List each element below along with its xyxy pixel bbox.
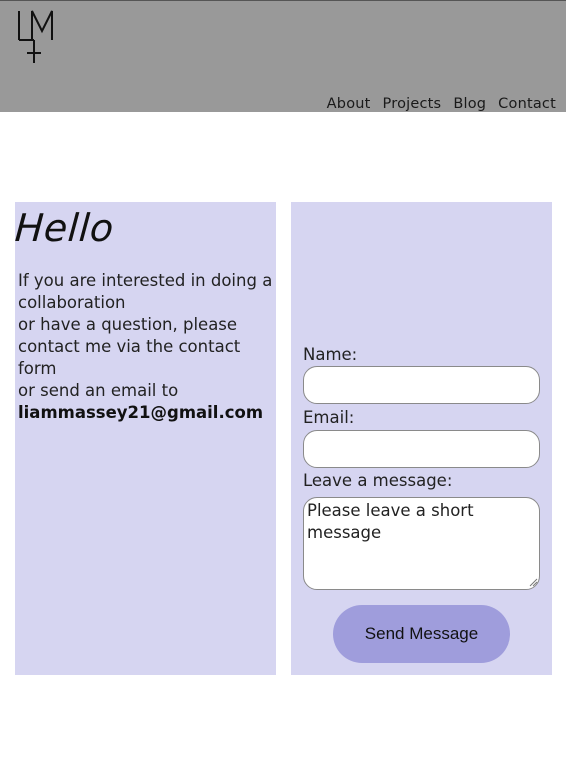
email-label: Email: <box>303 408 355 427</box>
name-label: Name: <box>303 345 358 364</box>
contact-email: liammassey21@gmail.com <box>18 403 264 422</box>
nav-link-contact[interactable]: Contact <box>498 96 556 112</box>
message-label: Leave a message: <box>303 471 453 490</box>
intro-line: If you are interested in doing a collabo… <box>18 271 273 312</box>
intro-line: or send an email to <box>18 381 179 400</box>
lm-monogram-logo[interactable] <box>16 9 56 65</box>
intro-card: Hello If you are interested in doing a c… <box>13 202 276 675</box>
nav-link-about[interactable]: About <box>327 96 371 112</box>
nav-link-blog[interactable]: Blog <box>453 96 486 112</box>
hello-heading: Hello <box>13 206 116 250</box>
nav-link-projects[interactable]: Projects <box>383 96 442 112</box>
message-textarea[interactable] <box>303 497 540 590</box>
name-field[interactable] <box>303 366 540 404</box>
intro-line: or have a question, please contact me vi… <box>18 315 241 378</box>
site-header: About Projects Blog Contact <box>0 0 566 112</box>
intro-text: If you are interested in doing a collabo… <box>18 270 274 424</box>
resize-grip-icon[interactable] <box>528 577 538 587</box>
contact-form-card: Name: Email: Leave a message: Send Messa… <box>291 202 552 675</box>
main-nav: About Projects Blog Contact <box>327 96 556 112</box>
email-field[interactable] <box>303 430 540 468</box>
send-message-button[interactable]: Send Message <box>333 605 510 663</box>
